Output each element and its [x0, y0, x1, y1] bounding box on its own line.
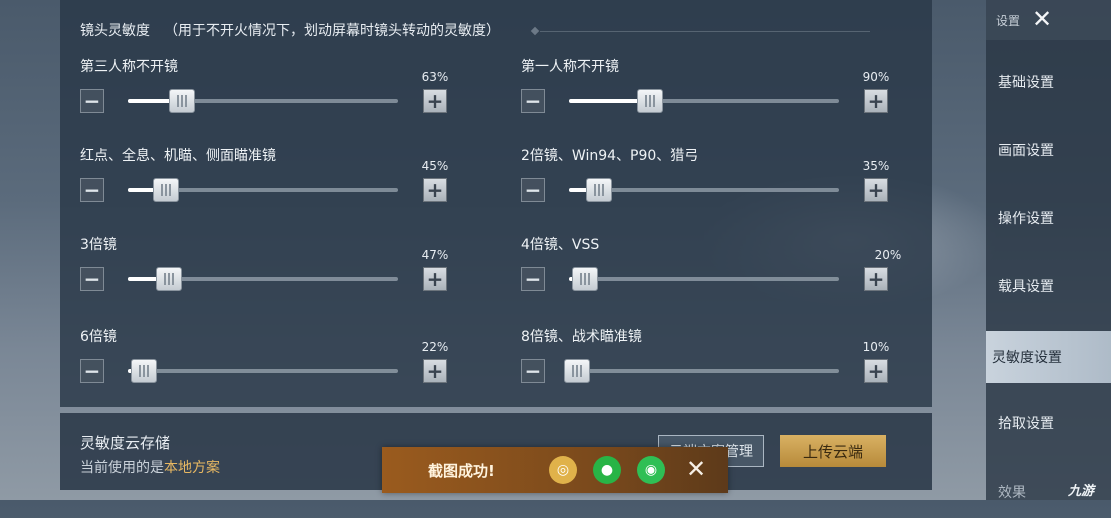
slider-percent: 22%	[421, 340, 449, 354]
slider-percent: 90%	[862, 70, 890, 84]
slider-label: 8倍镜、战术瞄准镜	[521, 329, 642, 345]
increase-button[interactable]: +	[423, 267, 447, 291]
slider-percent: 47%	[421, 248, 449, 262]
slider-thumb[interactable]	[564, 359, 590, 383]
close-icon[interactable]: ✕	[686, 455, 706, 483]
decrease-button[interactable]: −	[80, 267, 104, 291]
increase-button[interactable]: +	[864, 267, 888, 291]
share-app-icon[interactable]: ◎	[549, 456, 577, 484]
slider-thumb[interactable]	[637, 89, 663, 113]
slider-track[interactable]	[564, 359, 839, 383]
decrease-button[interactable]: −	[521, 178, 545, 202]
current-scheme: 当前使用的是本地方案	[80, 457, 220, 477]
slider-percent: 20%	[874, 248, 902, 262]
slider-thumb[interactable]	[169, 89, 195, 113]
close-icon[interactable]: ✕	[1032, 6, 1052, 32]
section-subtitle: （用于不开火情况下，划动屏幕时镜头转动的灵敏度）	[164, 23, 500, 39]
slider-label: 6倍镜	[80, 329, 117, 345]
sidebar-item-sensitivity[interactable]: 灵敏度设置	[986, 331, 1111, 383]
current-scheme-value: 本地方案	[164, 460, 220, 476]
header-divider	[540, 31, 870, 32]
upload-cloud-button[interactable]: 上传云端	[780, 435, 886, 467]
slider-label: 第三人称不开镜	[80, 59, 178, 75]
decrease-button[interactable]: −	[521, 89, 545, 113]
slider-track[interactable]	[128, 267, 398, 291]
moments-icon[interactable]: ◉	[637, 456, 665, 484]
slider-label: 第一人称不开镜	[521, 59, 619, 75]
slider-percent: 63%	[421, 70, 449, 84]
slider-thumb[interactable]	[586, 178, 612, 202]
slider-label: 2倍镜、Win94、P90、猎弓	[521, 148, 699, 164]
slider-track[interactable]	[128, 89, 398, 113]
increase-button[interactable]: +	[423, 359, 447, 383]
sidebar-item-pickup[interactable]: 拾取设置	[986, 397, 1111, 449]
slider-track[interactable]	[128, 178, 398, 202]
decrease-button[interactable]: −	[80, 359, 104, 383]
slider-thumb[interactable]	[156, 267, 182, 291]
slider-percent: 35%	[862, 159, 890, 173]
increase-button[interactable]: +	[423, 178, 447, 202]
watermark-logo: 九游	[1068, 484, 1095, 499]
decrease-button[interactable]: −	[521, 359, 545, 383]
toast-message: 截图成功!	[428, 462, 495, 480]
increase-button[interactable]: +	[864, 359, 888, 383]
sidebar-item-basic[interactable]: 基础设置	[986, 56, 1111, 108]
slider-percent: 45%	[421, 159, 449, 173]
slider-thumb[interactable]	[572, 267, 598, 291]
increase-button[interactable]: +	[423, 89, 447, 113]
slider-track[interactable]	[128, 359, 398, 383]
current-scheme-prefix: 当前使用的是	[80, 460, 164, 476]
decrease-button[interactable]: −	[80, 89, 104, 113]
slider-thumb[interactable]	[153, 178, 179, 202]
increase-button[interactable]: +	[864, 178, 888, 202]
settings-title: 设置	[996, 13, 1021, 28]
slider-label: 3倍镜	[80, 237, 117, 253]
wechat-icon[interactable]: ●	[593, 456, 621, 484]
cloud-storage-title: 灵敏度云存储	[80, 434, 171, 452]
sidebar-item-controls[interactable]: 操作设置	[986, 192, 1111, 244]
slider-thumb[interactable]	[131, 359, 157, 383]
section-header: 镜头灵敏度 （用于不开火情况下，划动屏幕时镜头转动的灵敏度）	[80, 20, 500, 40]
section-title: 镜头灵敏度	[80, 23, 150, 39]
slider-percent: 10%	[862, 340, 890, 354]
sidebar-item-vehicle[interactable]: 载具设置	[986, 260, 1111, 312]
increase-button[interactable]: +	[864, 89, 888, 113]
slider-label: 4倍镜、VSS	[521, 237, 600, 253]
slider-track[interactable]	[569, 89, 839, 113]
sidebar-item-graphics[interactable]: 画面设置	[986, 124, 1111, 176]
slider-track[interactable]	[569, 178, 839, 202]
slider-label: 红点、全息、机瞄、侧面瞄准镜	[80, 148, 276, 164]
decrease-button[interactable]: −	[80, 178, 104, 202]
decrease-button[interactable]: −	[521, 267, 545, 291]
slider-track[interactable]	[569, 267, 839, 291]
sensitivity-panel	[60, 0, 932, 407]
